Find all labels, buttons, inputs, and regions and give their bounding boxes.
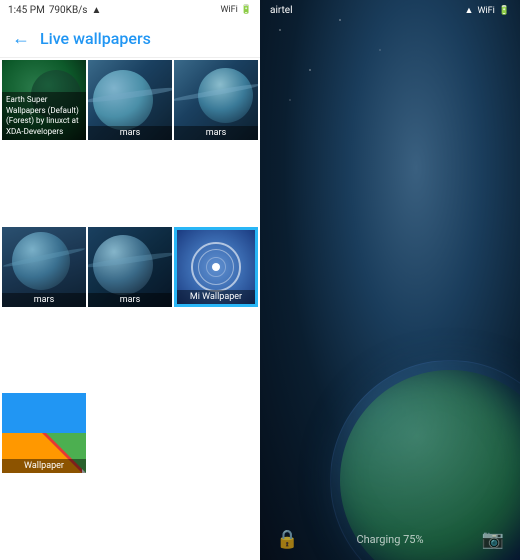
wallpaper-item-mars1[interactable]: mars — [88, 60, 172, 140]
ls-status-right: ▲ WiFi 🔋 — [465, 5, 510, 16]
left-panel: 1:45 PM 790KB/s ▲ WiFi 🔋 ← Live wallpape… — [0, 0, 260, 560]
wallpaper-label-mars3: mars — [2, 293, 86, 307]
right-panel: airtel ▲ WiFi 🔋 ☺ 1:41 Thursday, 20 Augu… — [260, 0, 520, 560]
wallpaper-label-pinwheel: Wallpaper — [2, 459, 86, 473]
signal-icon: ▲ — [91, 5, 101, 16]
camera-icon[interactable]: 📷 — [482, 529, 504, 550]
wallpaper-label-earth: Earth Super Wallpapers (Default) (Forest… — [2, 92, 86, 140]
wallpaper-item-mars4[interactable]: mars — [88, 227, 172, 307]
time-display: 1:45 PM — [8, 5, 45, 16]
lockscreen-status-bar: airtel ▲ WiFi 🔋 — [260, 0, 520, 21]
wallpaper-item-earth[interactable]: Earth Super Wallpapers (Default) (Forest… — [2, 60, 86, 140]
lockscreen-bottom-bar: 🔒 Charging 75% 📷 — [260, 519, 520, 560]
wallpaper-label-mars1: mars — [88, 126, 172, 140]
stars — [260, 0, 520, 560]
status-bar-left: 1:45 PM 790KB/s ▲ WiFi 🔋 — [0, 0, 260, 20]
wallpaper-label-mars4: mars — [88, 293, 172, 307]
status-bar-right-items: WiFi 🔋 — [220, 5, 252, 15]
status-bar-left-items: 1:45 PM 790KB/s ▲ — [8, 5, 101, 16]
charging-status: Charging 75% — [356, 533, 423, 546]
back-button[interactable]: ← — [12, 28, 30, 49]
wallpaper-item-mars3[interactable]: mars — [2, 227, 86, 307]
wallpaper-item-mars2[interactable]: mars — [174, 60, 258, 140]
wallpaper-label-mars2: mars — [174, 126, 258, 140]
ls-battery-icon: 🔋 — [499, 6, 510, 16]
wallpaper-label-mi: Mi Wallpaper — [177, 290, 255, 304]
data-speed: 790KB/s — [49, 5, 88, 16]
wifi-icon: WiFi — [220, 5, 237, 15]
wallpaper-item-pinwheel[interactable]: Wallpaper — [2, 393, 86, 473]
page-title: Live wallpapers — [40, 29, 151, 48]
carrier-name: airtel — [270, 5, 293, 16]
ls-signal-icon: ▲ — [465, 5, 474, 16]
lock-icon[interactable]: 🔒 — [276, 529, 298, 550]
wallpaper-grid: Earth Super Wallpapers (Default) (Forest… — [0, 58, 260, 560]
wallpaper-item-mi[interactable]: Mi Wallpaper — [174, 227, 258, 307]
ls-wifi-icon: WiFi — [477, 6, 494, 16]
header: ← Live wallpapers — [0, 20, 260, 58]
battery-icon: 🔋 — [241, 5, 252, 15]
